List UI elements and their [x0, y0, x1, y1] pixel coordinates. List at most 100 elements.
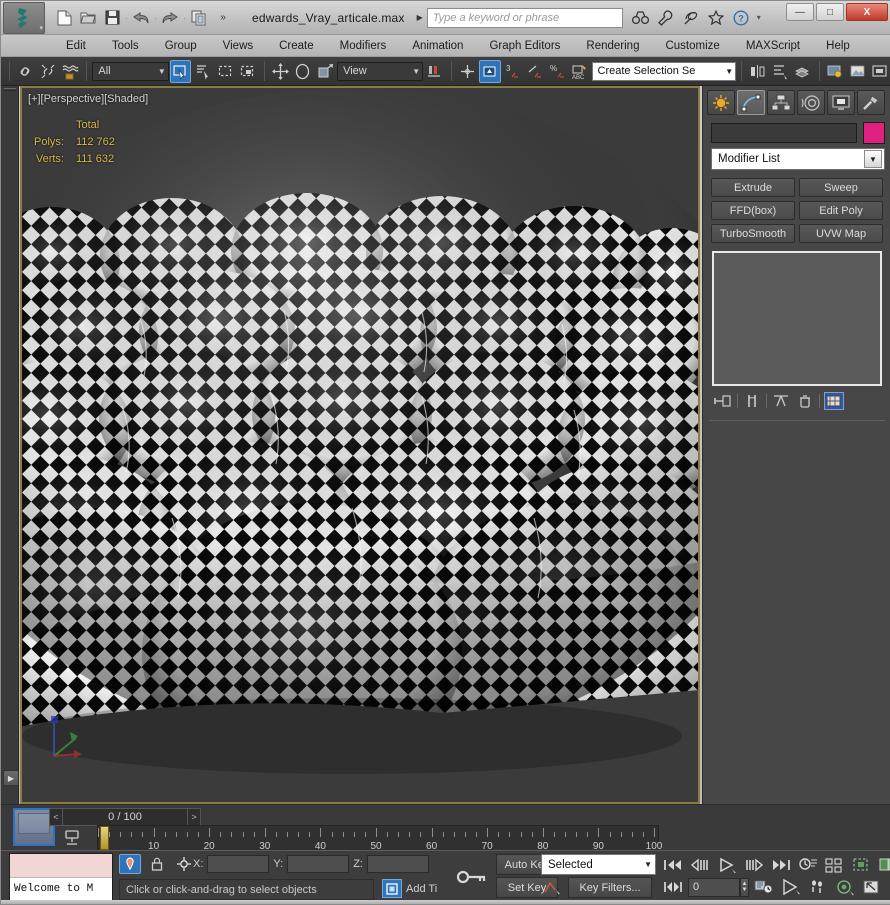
binoculars-icon[interactable]	[632, 9, 650, 27]
absolute-relative-mode-icon[interactable]	[173, 854, 195, 874]
spinner-snap-toggle-icon[interactable]: %	[547, 60, 568, 83]
play-animation-button[interactable]	[715, 855, 739, 875]
time-slider-handle[interactable]	[100, 826, 109, 850]
satellite-icon[interactable]	[682, 9, 700, 27]
modifier-button-sweep[interactable]: Sweep	[799, 178, 883, 197]
maximize-button[interactable]: □	[816, 3, 844, 21]
time-configuration-button[interactable]	[752, 877, 776, 897]
search-expand-chevron-icon[interactable]: ▶	[417, 13, 423, 22]
maximize-viewport-icon[interactable]	[877, 855, 890, 875]
viewport-layout-tab-icon[interactable]	[61, 828, 83, 848]
key-filter-set-dropdown[interactable]: Selected ▼	[541, 854, 656, 875]
select-and-scale-icon[interactable]	[315, 60, 336, 83]
select-and-manipulate-icon[interactable]	[823, 855, 847, 875]
time-configuration-icon[interactable]	[796, 855, 820, 875]
menu-maxscript[interactable]: MAXScript	[733, 37, 813, 55]
set-key-mode-icon[interactable]	[453, 856, 491, 898]
make-unique-icon[interactable]	[771, 392, 791, 410]
menu-edit[interactable]: Edit	[53, 37, 99, 55]
star-icon[interactable]	[707, 9, 725, 27]
time-spinner-arrows[interactable]: ▲▼	[740, 878, 749, 897]
mirror-icon[interactable]	[747, 60, 768, 83]
track-bar-ruler[interactable]: 102030405060708090100	[97, 825, 659, 851]
select-object-icon[interactable]	[170, 60, 192, 83]
key-mode-toggle-button[interactable]	[661, 877, 685, 897]
x-coordinate-field[interactable]	[207, 855, 269, 873]
close-button[interactable]: X	[846, 3, 888, 21]
orbit-icon[interactable]	[833, 877, 857, 897]
select-and-link-icon[interactable]	[15, 60, 36, 83]
go-to-end-button[interactable]	[769, 855, 793, 875]
next-frame-button[interactable]	[742, 855, 766, 875]
rendered-frame-window-icon[interactable]	[870, 60, 890, 83]
rectangular-selection-region-icon[interactable]	[215, 60, 236, 83]
create-tab[interactable]	[707, 90, 735, 115]
utilities-tab[interactable]	[857, 90, 885, 115]
application-menu-button[interactable]: ▾	[3, 2, 45, 34]
modifier-button-extrude[interactable]: Extrude	[711, 178, 795, 197]
show-end-result-icon[interactable]	[742, 392, 762, 410]
render-setup-icon[interactable]	[847, 60, 868, 83]
time-slider[interactable]: < 0 / 100 >	[49, 808, 201, 826]
pan-view-icon[interactable]	[779, 877, 803, 897]
menu-customize[interactable]: Customize	[652, 37, 732, 55]
modifier-list-dropdown[interactable]: Modifier List ▼	[711, 148, 885, 170]
select-and-manipulate-icon[interactable]	[457, 60, 478, 83]
selection-lock-toggle-icon[interactable]	[119, 854, 141, 874]
menu-tools[interactable]: Tools	[99, 37, 152, 55]
modifier-button-edit-poly[interactable]: Edit Poly	[799, 201, 883, 220]
snaps-toggle-icon[interactable]	[479, 60, 501, 83]
help-dropdown-chevron-icon[interactable]: ▾	[757, 13, 761, 22]
maxscript-mini-listener[interactable]: Welcome to M	[9, 853, 113, 901]
key-filters-button[interactable]: Key Filters...	[568, 877, 652, 898]
edit-named-selection-sets-icon[interactable]: ABC	[569, 60, 590, 83]
new-file-icon[interactable]	[53, 7, 75, 29]
motion-tab[interactable]	[797, 90, 825, 115]
menu-animation[interactable]: Animation	[399, 37, 476, 55]
maxscript-input-line[interactable]	[10, 854, 112, 878]
modifier-button-ffd-box[interactable]: FFD(box)	[711, 201, 795, 220]
save-file-icon[interactable]	[101, 7, 123, 29]
redo-icon[interactable]	[159, 7, 181, 29]
modify-tab[interactable]	[737, 90, 765, 115]
perspective-viewport[interactable]: [+][Perspective][Shaded] Total Polys: 11…	[20, 86, 700, 804]
menu-group[interactable]: Group	[152, 37, 210, 55]
select-and-move-icon[interactable]	[270, 60, 291, 83]
display-tab[interactable]	[827, 90, 855, 115]
bind-to-space-warp-icon[interactable]	[60, 60, 81, 83]
named-selection-sets-dropdown[interactable]: Create Selection Se ▼	[592, 62, 737, 81]
use-pivot-point-center-icon[interactable]	[424, 60, 445, 83]
undo-icon[interactable]	[130, 7, 152, 29]
material-editor-icon[interactable]	[825, 60, 846, 83]
search-input[interactable]: Type a keyword or phrase	[427, 8, 623, 28]
select-by-name-icon[interactable]	[192, 60, 213, 83]
minimize-button[interactable]: —	[786, 3, 814, 21]
align-icon[interactable]	[770, 60, 791, 83]
walkthrough-icon[interactable]	[806, 877, 830, 897]
z-coordinate-field[interactable]	[367, 855, 429, 873]
object-name-input[interactable]	[711, 123, 857, 143]
project-folder-icon[interactable]	[188, 7, 210, 29]
object-color-swatch[interactable]	[863, 122, 885, 144]
layer-manager-icon[interactable]	[792, 60, 813, 83]
configure-modifier-sets-icon[interactable]	[824, 392, 844, 410]
maxscript-output-line[interactable]: Welcome to M	[10, 878, 112, 900]
zoom-extents-icon[interactable]	[860, 877, 884, 897]
y-coordinate-field[interactable]	[287, 855, 349, 873]
hierarchy-tab[interactable]	[767, 90, 795, 115]
modifier-stack-list[interactable]	[712, 251, 882, 386]
current-time-field[interactable]: 0	[688, 878, 740, 897]
go-to-start-button[interactable]	[661, 855, 685, 875]
reference-coordinate-system-dropdown[interactable]: View ▼	[337, 62, 423, 81]
select-and-rotate-icon[interactable]	[292, 60, 313, 83]
pin-stack-icon[interactable]	[713, 392, 733, 410]
modifier-button-uvw-map[interactable]: UVW Map	[799, 224, 883, 243]
angle-snap-toggle-icon[interactable]: 3	[502, 60, 523, 83]
window-crossing-toggle-icon[interactable]	[237, 60, 258, 83]
unlink-selection-icon[interactable]	[37, 60, 58, 83]
set-key-curve-icon[interactable]	[541, 877, 565, 897]
add-time-tag-label[interactable]: Add Ti	[406, 883, 437, 895]
current-frame-readout[interactable]: 0 / 100	[63, 808, 187, 826]
open-file-icon[interactable]	[77, 7, 99, 29]
previous-frame-button[interactable]	[688, 855, 712, 875]
